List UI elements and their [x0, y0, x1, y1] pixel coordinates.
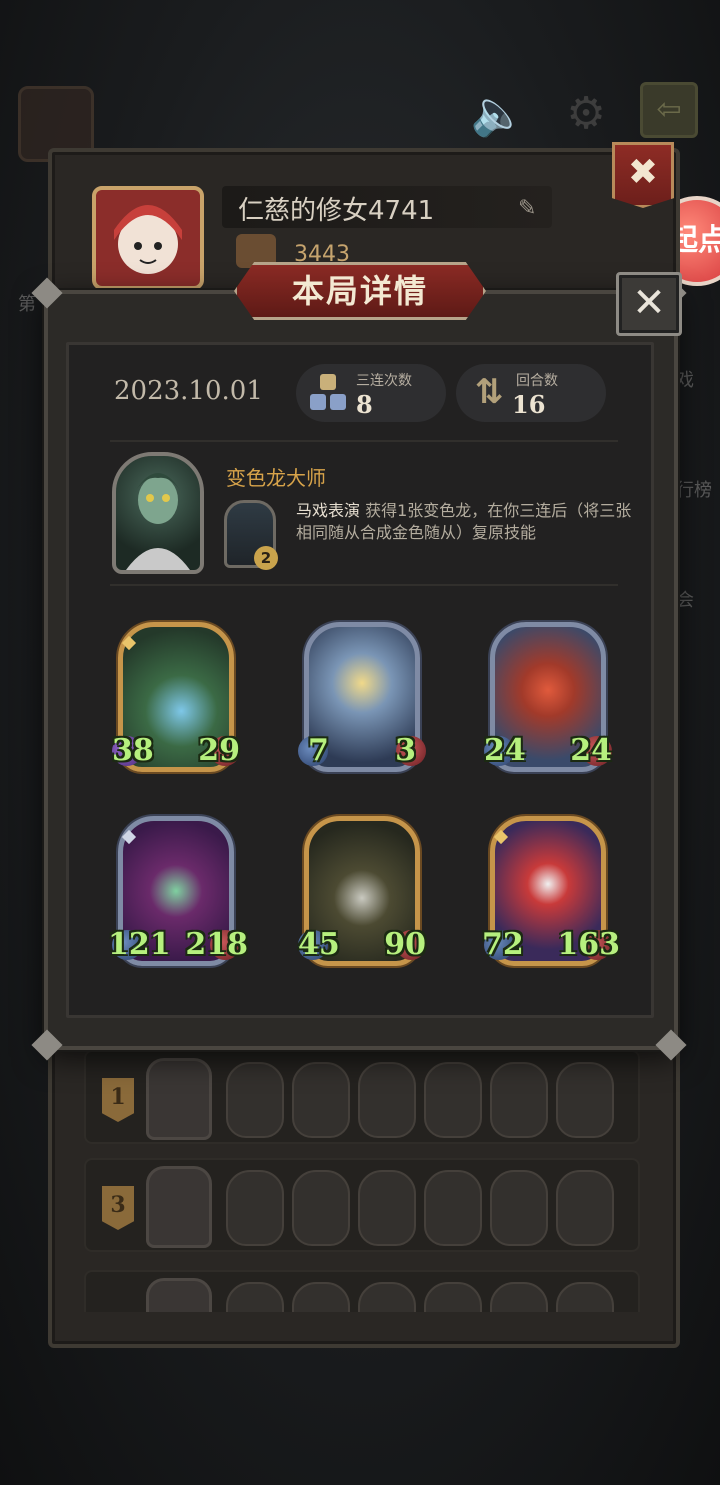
gear-icon: ⚙ — [566, 88, 606, 139]
row-minion — [556, 1062, 614, 1138]
profile-name: 仁慈的修女4741 — [238, 196, 435, 226]
rounds-icon: ⇅ — [474, 372, 504, 412]
row-minion — [226, 1062, 284, 1138]
row-minion — [424, 1282, 482, 1312]
row-minion — [556, 1282, 614, 1312]
rounds-value: 16 — [512, 390, 546, 419]
minion-card[interactable]: 24 24 — [484, 622, 612, 772]
skill-description: 马戏表演 获得1张变色龙，在你三连后（将三张相同随从合成金色随从）复原技能 — [296, 500, 646, 544]
row-minion — [292, 1282, 350, 1312]
history-row[interactable]: 1 — [84, 1050, 640, 1144]
row-minion — [292, 1062, 350, 1138]
profile-close-button[interactable]: ✖ — [612, 142, 674, 208]
row-minion — [358, 1062, 416, 1138]
skill-cost-badge: 2 — [254, 546, 278, 570]
pencil-icon[interactable]: ✎ — [518, 196, 536, 221]
modal-close-button[interactable]: ✕ — [616, 272, 682, 336]
row-minion — [490, 1062, 548, 1138]
attack-value: 45 — [298, 927, 340, 962]
modal-title: 本局详情 — [291, 272, 428, 310]
minion-card[interactable]: 7 3 — [298, 622, 426, 772]
exit-icon: ⇦ — [640, 82, 698, 138]
row-hero-portrait — [146, 1278, 212, 1312]
divider — [110, 584, 618, 586]
row-minion — [490, 1170, 548, 1246]
minion-card[interactable]: 38 29 — [112, 622, 240, 772]
triple-icon — [310, 374, 346, 410]
row-minion — [424, 1062, 482, 1138]
profile-avatar — [92, 186, 204, 290]
hero-name: 变色龙大师 — [226, 466, 326, 490]
row-minion — [556, 1170, 614, 1246]
hero-portrait — [112, 452, 204, 574]
health-value: 90 — [384, 927, 426, 962]
attack-value: 38 — [112, 733, 154, 768]
history-row[interactable]: 3 — [84, 1158, 640, 1252]
triple-count-label: 三连次数 — [356, 373, 412, 389]
attack-value: 24 — [484, 733, 526, 768]
row-minion — [226, 1170, 284, 1246]
attack-value: 72 — [482, 927, 524, 962]
minion-card[interactable]: 45 90 — [298, 816, 426, 966]
row-minion — [226, 1282, 284, 1312]
rank-badge: 3 — [102, 1186, 134, 1230]
divider — [110, 440, 618, 442]
health-value: 24 — [570, 733, 612, 768]
row-minion — [358, 1282, 416, 1312]
health-value: 3 — [395, 733, 416, 768]
minion-card[interactable]: 72 163 — [482, 816, 620, 966]
health-value: 29 — [198, 733, 240, 768]
row-minion — [292, 1170, 350, 1246]
row-minion — [358, 1170, 416, 1246]
rank-badge: 1 — [102, 1078, 134, 1122]
health-value: 218 — [185, 927, 248, 962]
minion-card[interactable]: 121 218 — [108, 816, 248, 966]
row-minion — [490, 1282, 548, 1312]
match-date: 2023.10.01 — [114, 376, 263, 406]
triple-count-value: 8 — [356, 390, 373, 419]
speaker-icon: 🔈 — [470, 88, 526, 139]
skill-name: 马戏表演 — [296, 501, 361, 520]
side-label: 行榜 — [676, 480, 712, 501]
history-row[interactable] — [84, 1270, 640, 1312]
rounds-label: 回合数 — [516, 373, 558, 389]
attack-value: 121 — [108, 927, 171, 962]
row-minion — [424, 1170, 482, 1246]
health-value: 163 — [557, 927, 620, 962]
row-hero-portrait — [146, 1058, 212, 1140]
attack-value: 7 — [308, 733, 329, 768]
row-hero-portrait — [146, 1166, 212, 1248]
